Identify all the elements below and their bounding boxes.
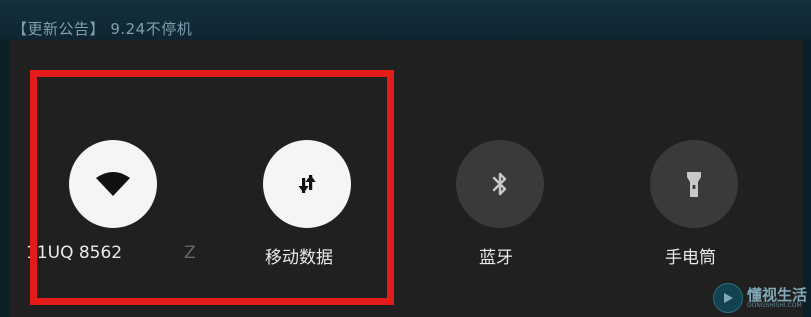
watermark-logo-icon bbox=[712, 283, 743, 313]
partial-label: Z bbox=[184, 243, 196, 263]
quick-settings-panel: 11UQ 8562 Z 移动数据 蓝牙 手电筒 bbox=[9, 40, 803, 317]
mobile-data-icon bbox=[298, 175, 316, 193]
flashlight-label: 手电筒 bbox=[665, 248, 716, 268]
bluetooth-icon bbox=[492, 172, 507, 196]
announcement-text[interactable]: 【更新公告】 9.24不停机 bbox=[12, 18, 192, 39]
wifi-label: 11UQ 8562 bbox=[26, 243, 123, 263]
announcement-bar: 【更新公告】 9.24不停机 bbox=[0, 0, 811, 40]
flashlight-toggle[interactable] bbox=[650, 140, 738, 228]
bracket-close: 】 bbox=[89, 20, 106, 38]
bluetooth-toggle[interactable] bbox=[456, 140, 544, 228]
mobile-data-toggle[interactable] bbox=[263, 140, 351, 228]
mobile-data-label: 移动数据 bbox=[265, 248, 333, 268]
wifi-icon bbox=[96, 172, 130, 196]
wifi-toggle[interactable] bbox=[69, 140, 157, 228]
bluetooth-label: 蓝牙 bbox=[479, 248, 513, 268]
bracket-open: 【 bbox=[12, 20, 28, 38]
watermark-text: 懂视生活 bbox=[746, 285, 807, 304]
watermark-text-group: 懂视生活 DONGSHISHI.COM bbox=[746, 285, 807, 309]
watermark-subtext: DONGSHISHI.COM bbox=[746, 301, 802, 309]
watermark: 懂视生活 DONGSHISHI.COM bbox=[712, 283, 807, 313]
announcement-content: 9.24不停机 bbox=[110, 20, 193, 38]
announcement-title: 更新公告 bbox=[27, 20, 90, 38]
flashlight-icon bbox=[687, 172, 701, 197]
